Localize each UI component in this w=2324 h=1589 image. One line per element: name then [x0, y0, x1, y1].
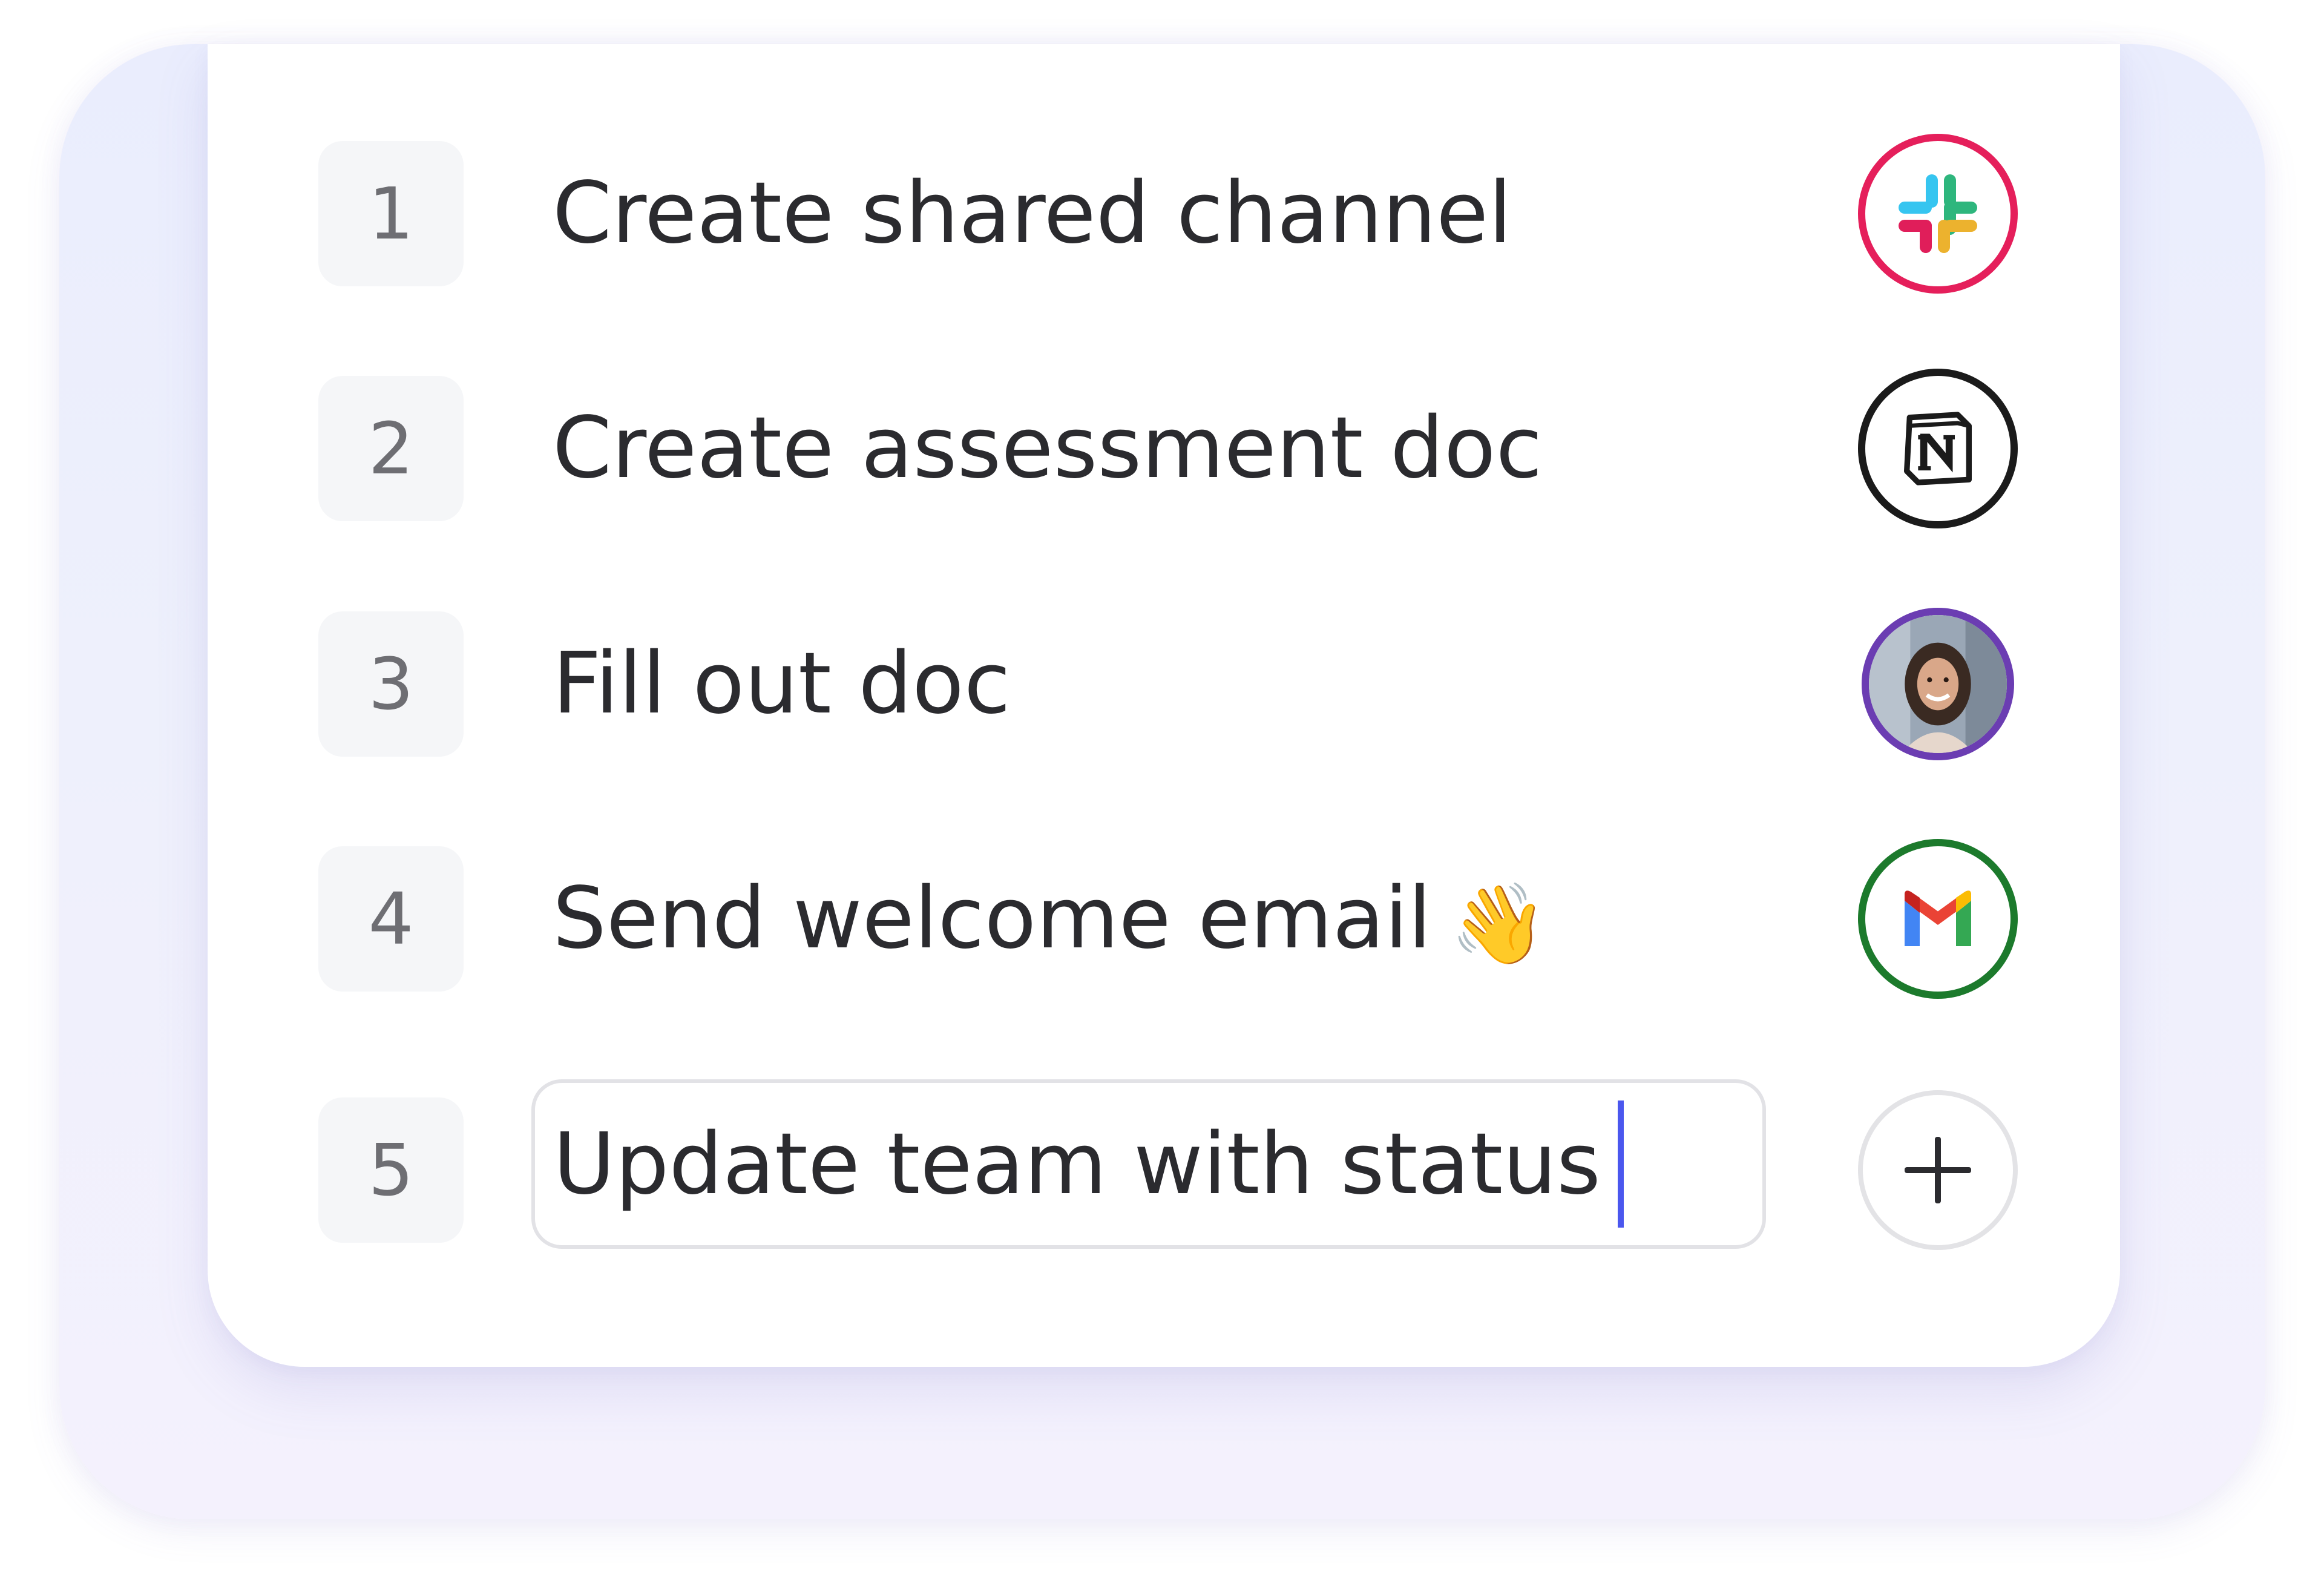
step-number: 3 — [318, 611, 464, 757]
checklist-row[interactable]: 2 Create assessment doc — [208, 369, 2120, 528]
notion-icon[interactable] — [1858, 369, 2018, 528]
stage: 1 Create shared channel 2 Create assessm… — [0, 0, 2324, 1589]
person-avatar[interactable] — [1862, 608, 2014, 760]
task-label: Send welcome email 👋 — [553, 846, 1548, 992]
task-label-text: Send welcome email — [553, 869, 1432, 968]
notion-logo-glyph — [1904, 412, 1972, 485]
checklist-card: 1 Create shared channel 2 Create assessm… — [208, 44, 2120, 1367]
checklist-row[interactable]: 4 Send welcome email 👋 — [208, 839, 2120, 999]
new-task-input[interactable]: Update team with status — [531, 1079, 1766, 1249]
step-number: 2 — [318, 376, 464, 521]
step-number: 5 — [318, 1097, 464, 1243]
step-number: 1 — [318, 141, 464, 286]
task-label: Fill out doc — [553, 634, 1011, 733]
avatar-photo — [1869, 615, 2007, 753]
slack-logo-glyph — [1899, 174, 1977, 253]
slack-icon[interactable] — [1858, 134, 2018, 294]
waving-hand-emoji: 👋 — [1449, 878, 1548, 970]
gmail-icon[interactable] — [1858, 839, 2018, 999]
new-task-input-value: Update team with status — [553, 1114, 1601, 1214]
checklist-row[interactable]: 3 Fill out doc — [208, 608, 2120, 763]
text-caret — [1617, 1100, 1624, 1228]
plus-icon — [1905, 1137, 1971, 1203]
add-task-button[interactable] — [1858, 1090, 2018, 1250]
checklist-row[interactable]: 1 Create shared channel — [208, 134, 2120, 294]
new-task-row[interactable]: 5 Update team with status — [208, 1079, 2120, 1250]
task-label: Create shared channel — [553, 164, 1512, 263]
step-number: 4 — [318, 846, 464, 992]
gmail-logo-glyph — [1905, 890, 1971, 946]
task-label: Create assessment doc — [553, 399, 1543, 498]
